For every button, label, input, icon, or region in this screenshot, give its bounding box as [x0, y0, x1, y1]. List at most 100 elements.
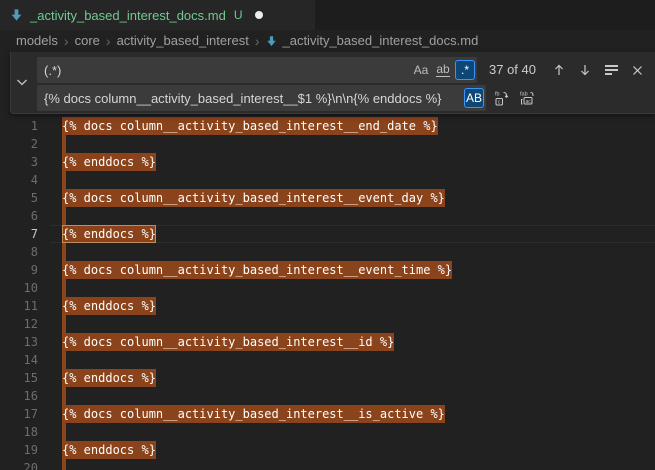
- whole-word-icon: ab: [436, 63, 449, 77]
- preserve-case-toggle[interactable]: AB: [464, 88, 484, 108]
- replace-button[interactable]: fb c: [492, 88, 512, 108]
- code-line[interactable]: {% docs column__activity_based_interest_…: [62, 261, 452, 279]
- match-highlight: [62, 243, 66, 261]
- chevron-down-icon: [16, 78, 28, 87]
- markdown-file-icon: [265, 35, 278, 48]
- code-line[interactable]: {% enddocs %}: [62, 369, 156, 387]
- svg-text:c: c: [498, 100, 501, 106]
- replace-input-box: AB: [37, 85, 486, 111]
- line-number: 2: [0, 137, 38, 151]
- match-highlight: [62, 279, 66, 297]
- code-line[interactable]: {% docs column__activity_based_interest_…: [62, 333, 394, 351]
- code-line[interactable]: [62, 387, 66, 405]
- code-line[interactable]: {% docs column__activity_based_interest_…: [62, 405, 445, 423]
- editor-row: 14: [0, 351, 655, 369]
- match-case-toggle[interactable]: Aa: [411, 60, 431, 80]
- match-highlight: [62, 459, 66, 470]
- line-number: 16: [0, 389, 38, 403]
- editor-row: 13 {% docs column__activity_based_intere…: [0, 333, 655, 351]
- previous-match-button[interactable]: [549, 60, 569, 80]
- editor-row: 15 {% enddocs %}: [0, 369, 655, 387]
- code-line[interactable]: {% docs column__activity_based_interest_…: [62, 189, 445, 207]
- replace-actions: fb c fab ac: [492, 85, 537, 111]
- editor-pane[interactable]: Aa ab .* 37 of 40: [0, 51, 655, 470]
- arrow-down-icon: [578, 63, 592, 77]
- code-line[interactable]: {% enddocs %}: [62, 297, 156, 315]
- find-replace-widget: Aa ab .* 37 of 40: [10, 52, 655, 114]
- editor-row: 11 {% enddocs %}: [0, 297, 655, 315]
- match-highlight: {% enddocs %}: [62, 441, 156, 459]
- code-line[interactable]: [62, 243, 66, 261]
- editor-row: 4: [0, 171, 655, 189]
- editor-row: 9 {% docs column__activity_based_interes…: [0, 261, 655, 279]
- breadcrumb-item-models[interactable]: models: [16, 33, 58, 48]
- toggle-replace-button[interactable]: [11, 52, 33, 113]
- line-number: 3: [0, 155, 38, 169]
- code-line[interactable]: {% enddocs %}: [62, 153, 156, 171]
- breadcrumb-item-core[interactable]: core: [75, 33, 100, 48]
- editor-row: 16: [0, 387, 655, 405]
- code-line[interactable]: [62, 279, 66, 297]
- editor-row: 18: [0, 423, 655, 441]
- unsaved-dot-icon[interactable]: [255, 11, 263, 19]
- tab-activity-based-interest-docs[interactable]: _activity_based_interest_docs.md U: [0, 0, 315, 30]
- vscode-window: _activity_based_interest_docs.md U model…: [0, 0, 655, 470]
- find-in-selection-button[interactable]: [601, 60, 621, 80]
- match-highlight: {% enddocs %}: [62, 369, 156, 387]
- find-input[interactable]: [37, 57, 409, 83]
- markdown-file-icon: [9, 8, 24, 23]
- regex-toggle[interactable]: .*: [455, 60, 475, 80]
- next-match-button[interactable]: [575, 60, 595, 80]
- match-highlight: [62, 207, 66, 225]
- code-line[interactable]: [62, 459, 66, 470]
- replace-icon: fb c: [494, 90, 510, 106]
- whole-word-toggle[interactable]: ab: [433, 60, 453, 80]
- editor-row: 10: [0, 279, 655, 297]
- find-actions: [549, 57, 647, 83]
- match-highlight: [62, 423, 66, 441]
- breadcrumb-item-file[interactable]: _activity_based_interest_docs.md: [282, 33, 478, 48]
- code-line[interactable]: [62, 423, 66, 441]
- close-icon: [631, 64, 644, 77]
- breadcrumb-separator-icon: ›: [106, 34, 111, 48]
- code-line[interactable]: [62, 171, 66, 189]
- editor-row: 2: [0, 135, 655, 153]
- match-highlight: {% enddocs %}: [62, 153, 156, 171]
- line-number: 17: [0, 407, 38, 421]
- replace-all-button[interactable]: fab ac: [517, 88, 537, 108]
- match-highlight: [62, 171, 66, 189]
- line-number: 11: [0, 299, 38, 313]
- line-number: 18: [0, 425, 38, 439]
- match-highlight: [62, 387, 66, 405]
- line-number: 19: [0, 443, 38, 457]
- tab-bar: _activity_based_interest_docs.md U: [0, 0, 655, 30]
- svg-text:fb: fb: [495, 92, 500, 98]
- code-line[interactable]: {% docs column__activity_based_interest_…: [62, 117, 438, 135]
- match-highlight: {% enddocs %}: [62, 297, 156, 315]
- line-number: 10: [0, 281, 38, 295]
- match-highlight: {% docs column__activity_based_interest_…: [62, 117, 438, 135]
- breadcrumb-separator-icon: ›: [255, 34, 260, 48]
- code-line[interactable]: [62, 207, 66, 225]
- line-number: 5: [0, 191, 38, 205]
- match-highlight: [62, 351, 66, 369]
- close-find-button[interactable]: [627, 60, 647, 80]
- replace-all-icon: fab ac: [519, 90, 535, 106]
- match-count: 37 of 40: [489, 57, 536, 83]
- breadcrumb-separator-icon: ›: [64, 34, 69, 48]
- replace-input[interactable]: [37, 85, 462, 111]
- code-line[interactable]: {% enddocs %}: [62, 441, 156, 459]
- code-line[interactable]: {% enddocs %}: [62, 225, 156, 243]
- editor-row: 3 {% enddocs %}: [0, 153, 655, 171]
- code-line[interactable]: [62, 315, 66, 333]
- line-number: 15: [0, 371, 38, 385]
- git-status-badge: U: [234, 8, 243, 22]
- match-highlight: [62, 315, 66, 333]
- line-number: 8: [0, 245, 38, 259]
- code-line[interactable]: [62, 135, 66, 153]
- code-line[interactable]: [62, 351, 66, 369]
- line-number: 7: [0, 227, 38, 241]
- editor-lines: 1 {% docs column__activity_based_interes…: [0, 117, 655, 470]
- breadcrumb-item-activity-based-interest[interactable]: activity_based_interest: [117, 33, 249, 48]
- match-highlight: {% docs column__activity_based_interest_…: [62, 333, 394, 351]
